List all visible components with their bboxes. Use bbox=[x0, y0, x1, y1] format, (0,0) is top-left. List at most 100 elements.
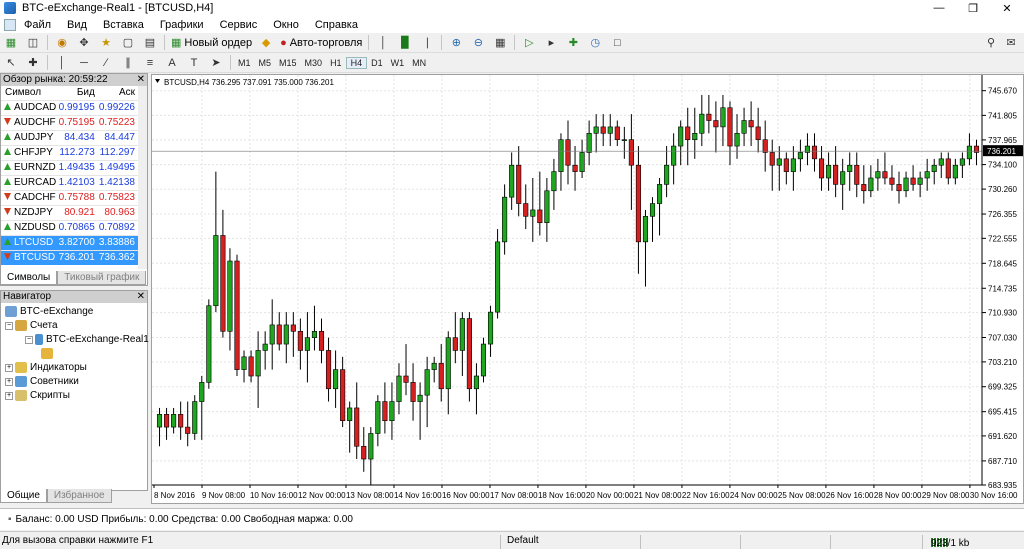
crosshair-icon[interactable]: ✚ bbox=[24, 55, 42, 71]
timeframe-w1[interactable]: W1 bbox=[387, 58, 409, 68]
price-tick-label: 714.735 bbox=[988, 284, 1017, 293]
vertical-line-icon[interactable]: │ bbox=[53, 55, 71, 71]
tab-symbols[interactable]: Символы bbox=[0, 271, 58, 285]
new-order-button[interactable]: ▦ Новый ордер bbox=[168, 36, 255, 50]
maximize-button[interactable]: ❐ bbox=[956, 0, 990, 16]
chart-shift-icon[interactable]: ▸ bbox=[542, 35, 560, 51]
candlestick-chart[interactable]: 745.670 741.805 737.965 734.100 730.260 726.3… bbox=[152, 75, 1023, 503]
price-tick-label: 726.355 bbox=[988, 210, 1017, 219]
market-watch-row[interactable]: NZDJPY 80.921 80.963 bbox=[1, 204, 138, 220]
collapse-icon[interactable]: − bbox=[5, 321, 13, 330]
candle-body bbox=[156, 414, 163, 428]
bar-chart-icon[interactable]: │ bbox=[374, 35, 392, 51]
tree-account-real1[interactable]: − BTC-eExchange-Real1 bbox=[25, 334, 149, 345]
tab-common[interactable]: Общие bbox=[0, 489, 47, 503]
timeframe-mn[interactable]: MN bbox=[408, 58, 430, 68]
menu-insert[interactable]: Вставка bbox=[95, 19, 152, 31]
search-icon[interactable]: ⚲ bbox=[982, 35, 1000, 51]
tree-scripts[interactable]: + Скрипты bbox=[5, 390, 70, 401]
tree-root[interactable]: BTC-eExchange bbox=[5, 306, 93, 317]
arrow-up-icon bbox=[4, 178, 11, 185]
tree-experts[interactable]: + Советники bbox=[5, 376, 79, 387]
timeframe-m1[interactable]: M1 bbox=[234, 58, 255, 68]
horizontal-line-icon[interactable]: ─ bbox=[75, 55, 93, 71]
metaeditor-icon[interactable]: ◆ bbox=[257, 35, 275, 51]
navigator-icon[interactable]: ★ bbox=[97, 35, 115, 51]
tree-indicators[interactable]: + Индикаторы bbox=[5, 362, 87, 373]
templates-icon[interactable]: □ bbox=[608, 35, 626, 51]
market-watch-row[interactable]: CADCHF 0.75788 0.75823 bbox=[1, 189, 138, 205]
menu-view[interactable]: Вид bbox=[59, 19, 95, 31]
price-tick-label: 691.620 bbox=[988, 432, 1017, 441]
expand-icon[interactable]: + bbox=[5, 391, 13, 400]
terminal-icon[interactable]: ▢ bbox=[119, 35, 137, 51]
arrows-icon[interactable]: ➤ bbox=[207, 55, 225, 71]
timeframe-m30[interactable]: M30 bbox=[301, 58, 327, 68]
tab-tick-chart[interactable]: Тиковый график bbox=[57, 271, 147, 285]
market-watch-icon[interactable]: ◉ bbox=[53, 35, 71, 51]
collapse-icon[interactable]: − bbox=[25, 335, 33, 344]
expand-icon[interactable]: + bbox=[5, 377, 13, 386]
candle-body bbox=[678, 126, 684, 147]
menu-tools[interactable]: Сервис bbox=[212, 19, 266, 31]
menu-file[interactable]: Файл bbox=[16, 19, 59, 31]
trendline-icon[interactable]: ∕ bbox=[97, 55, 115, 71]
market-watch-row[interactable]: EURCAD 1.42103 1.42138 bbox=[1, 174, 138, 190]
channel-icon[interactable]: ∥ bbox=[119, 55, 137, 71]
market-watch-close-icon[interactable]: ✕ bbox=[137, 74, 145, 85]
autotrading-button[interactable]: ● Авто-торговля bbox=[277, 37, 365, 49]
zoom-in-icon[interactable]: ⊕ bbox=[447, 35, 465, 51]
data-window-icon[interactable]: ✥ bbox=[75, 35, 93, 51]
timeframe-d1[interactable]: D1 bbox=[367, 58, 387, 68]
menu-help[interactable]: Справка bbox=[307, 19, 366, 31]
column-ask[interactable]: Аск bbox=[98, 86, 138, 100]
candlestick-icon[interactable]: ▉ bbox=[396, 35, 414, 51]
fibonacci-icon[interactable]: ≡ bbox=[141, 55, 159, 71]
tile-windows-icon[interactable]: ▦ bbox=[491, 35, 509, 51]
market-watch-row[interactable]: BTCUSD 736.201 736.362 bbox=[1, 249, 138, 265]
bid-cell: 0.75195 bbox=[57, 114, 98, 130]
text-icon[interactable]: A bbox=[163, 55, 181, 71]
tab-favorites[interactable]: Избранное bbox=[46, 489, 112, 503]
label-icon[interactable]: T bbox=[185, 55, 203, 71]
arrow-down-icon bbox=[4, 193, 11, 200]
new-chart-icon[interactable]: ▦ bbox=[2, 35, 20, 51]
chart-window[interactable]: 745.670 741.805 737.965 734.100 730.260 726.3… bbox=[151, 74, 1024, 504]
market-watch-panel: Обзор рынка: 20:59:22 ✕ Символ Бид Аск A… bbox=[0, 73, 148, 286]
profiles-icon[interactable]: ◫ bbox=[24, 35, 42, 51]
chat-icon[interactable]: ✉ bbox=[1002, 35, 1020, 51]
market-watch-row[interactable]: AUDJPY 84.434 84.447 bbox=[1, 129, 138, 145]
candle-body bbox=[382, 401, 388, 422]
timeframe-h4[interactable]: H4 bbox=[345, 56, 368, 69]
menu-charts[interactable]: Графики bbox=[152, 19, 212, 31]
navigator-close-icon[interactable]: ✕ bbox=[137, 291, 145, 302]
periods-icon[interactable]: ◷ bbox=[586, 35, 604, 51]
market-watch-row[interactable]: AUDCAD 0.99195 0.99226 bbox=[1, 99, 138, 115]
market-watch-row[interactable]: NZDUSD 0.70865 0.70892 bbox=[1, 219, 138, 235]
cursor-icon[interactable]: ↖ bbox=[2, 55, 20, 71]
market-watch-row[interactable]: CHFJPY 112.273 112.297 bbox=[1, 144, 138, 160]
menu-window[interactable]: Окно bbox=[265, 19, 307, 31]
candle-body bbox=[199, 382, 205, 402]
timeframe-h1[interactable]: H1 bbox=[326, 58, 346, 68]
market-watch-row[interactable]: EURNZD 1.49435 1.49495 bbox=[1, 159, 138, 175]
column-symbol[interactable]: Символ bbox=[1, 86, 58, 100]
chart-window-icon[interactable] bbox=[4, 18, 16, 31]
line-chart-icon[interactable]: ∣ bbox=[418, 35, 436, 51]
tree-account-user[interactable] bbox=[41, 348, 56, 359]
market-watch-scrollbar[interactable] bbox=[138, 86, 147, 269]
close-button[interactable]: ✕ bbox=[990, 0, 1024, 16]
zoom-out-icon[interactable]: ⊖ bbox=[469, 35, 487, 51]
timeframe-m15[interactable]: M15 bbox=[275, 58, 301, 68]
autoscroll-icon[interactable]: ▷ bbox=[520, 35, 538, 51]
expand-icon[interactable]: + bbox=[5, 363, 13, 372]
minimize-button[interactable]: — bbox=[922, 0, 956, 16]
tester-icon[interactable]: ▤ bbox=[141, 35, 159, 51]
tree-accounts[interactable]: − Счета bbox=[5, 320, 58, 331]
market-watch-row[interactable]: AUDCHF 0.75195 0.75223 bbox=[1, 114, 138, 130]
column-bid[interactable]: Бид bbox=[58, 86, 98, 100]
indicators-icon[interactable]: ✚ bbox=[564, 35, 582, 51]
terminal-pin-icon[interactable]: ▪ bbox=[8, 514, 12, 525]
market-watch-row[interactable]: LTCUSD 3.82700 3.83886 bbox=[1, 234, 138, 250]
timeframe-m5[interactable]: M5 bbox=[255, 58, 276, 68]
